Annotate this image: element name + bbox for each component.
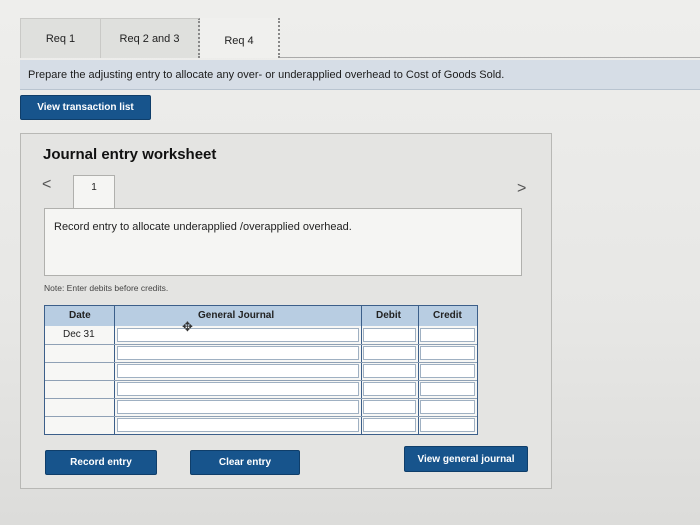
credit-input-row-1[interactable] [420,328,475,342]
view-general-journal-button[interactable]: View general journal [404,446,528,472]
row-divider [45,416,477,417]
journal-table: Date General Journal Debit Credit Dec 31 [44,305,478,435]
column-divider [361,306,362,434]
column-divider [114,306,115,434]
entry-description-box [44,208,522,276]
account-input-row-6[interactable] [117,418,359,432]
credit-input-row-6[interactable] [420,418,475,432]
debit-input-row-2[interactable] [363,346,416,360]
instruction-text: Prepare the adjusting entry to allocate … [28,68,505,81]
journal-table-header: Date General Journal Debit Credit [45,306,477,326]
header-general-journal: General Journal [198,310,275,321]
row-divider [45,362,477,363]
account-input-row-5[interactable] [117,400,359,414]
credit-input-row-5[interactable] [420,400,475,414]
credit-input-row-3[interactable] [420,364,475,378]
account-input-row-4[interactable] [117,382,359,396]
mouse-cursor-icon: ✥ [182,319,193,334]
row-divider [45,380,477,381]
debit-input-row-6[interactable] [363,418,416,432]
row-divider [45,344,477,345]
credit-input-row-2[interactable] [420,346,475,360]
debit-input-row-1[interactable] [363,328,416,342]
clear-entry-button[interactable]: Clear entry [190,450,300,475]
tab-req-2-and-3[interactable]: Req 2 and 3 [100,18,200,58]
requirement-tabs: Req 1 Req 2 and 3 Req 4 [20,18,700,58]
column-divider [418,306,419,434]
header-date: Date [69,310,91,321]
record-entry-button[interactable]: Record entry [45,450,157,475]
worksheet-title: Journal entry worksheet [43,146,217,163]
chevron-right-icon[interactable]: > [517,180,526,198]
tab-req-4[interactable]: Req 4 [200,18,280,58]
chevron-left-icon[interactable]: < [42,176,51,194]
row-divider [45,398,477,399]
tab-req-1[interactable]: Req 1 [20,18,100,58]
account-input-row-2[interactable] [117,346,359,360]
tab-strip-filler [280,18,700,58]
row-1-date: Dec 31 [63,329,95,340]
account-input-row-3[interactable] [117,364,359,378]
debit-input-row-5[interactable] [363,400,416,414]
debit-input-row-3[interactable] [363,364,416,378]
header-credit: Credit [433,310,462,321]
view-transaction-list-button[interactable]: View transaction list [20,95,151,120]
instruction-bar: Prepare the adjusting entry to allocate … [20,60,700,90]
entry-description-text: Record entry to allocate underapplied /o… [54,221,352,233]
debit-input-row-4[interactable] [363,382,416,396]
worksheet-page-tab-1[interactable]: 1 [73,175,115,209]
account-input-row-1[interactable] [117,328,359,342]
debits-credits-note: Note: Enter debits before credits. [44,283,169,293]
credit-input-row-4[interactable] [420,382,475,396]
header-debit: Debit [376,310,401,321]
